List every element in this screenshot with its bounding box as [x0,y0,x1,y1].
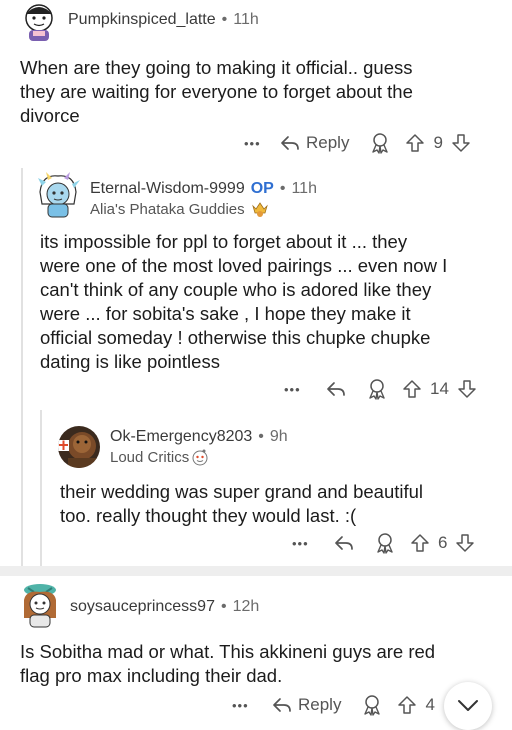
reply-button[interactable] [334,534,354,552]
comment-actions: ••• 14 [284,378,477,400]
downvote-button[interactable] [457,379,477,399]
comment-timestamp: 11h [291,180,317,197]
reply-arrow-icon [326,380,346,398]
comment-divider [0,566,512,576]
scroll-down-button[interactable] [444,682,492,730]
separator-dot: • [279,180,286,197]
upvote-button[interactable] [402,379,422,399]
user-flair: Loud Critics [110,448,190,466]
award-button[interactable] [369,132,391,154]
upvote-icon [405,133,425,153]
vote-count: 4 [425,695,435,714]
upvote-icon [402,379,422,399]
reply-button[interactable]: Reply [280,133,349,153]
reply-arrow-icon [272,696,292,714]
flair-emoji-icon [191,448,209,466]
upvote-icon [397,695,417,715]
separator-dot: • [221,11,228,28]
thread-line[interactable] [21,168,23,566]
downvote-icon [457,379,477,399]
op-badge: OP [250,180,274,197]
award-button[interactable] [366,378,388,400]
comment-username[interactable]: Pumpkinspiced_latte [68,11,216,29]
reply-label: Reply [298,695,342,714]
reply-arrow-icon [334,534,354,552]
upvote-button[interactable] [410,533,430,553]
award-button[interactable] [361,694,383,716]
upvote-icon [410,533,430,553]
comment-body: When are they going to making it officia… [20,57,413,126]
comment-username[interactable]: Ok-Emergency8203 [110,428,252,446]
award-icon [374,532,396,554]
thread-line[interactable] [40,410,42,566]
downvote-icon [451,133,471,153]
reply-label: Reply [306,133,350,152]
downvote-button[interactable] [451,133,471,153]
reply-button[interactable] [326,380,346,398]
flair-emoji-icon [251,200,269,218]
separator-dot: • [258,428,264,445]
comment-actions: ••• Reply 9 [244,132,471,154]
vote-count: 6 [438,533,448,552]
comment-timestamp: 12h [232,598,260,615]
user-flair: Alia's Phataka Guddies [90,200,245,218]
upvote-button[interactable] [405,133,425,153]
upvote-button[interactable] [397,695,417,715]
comment-timestamp: 9h [269,428,288,445]
downvote-icon [455,533,475,553]
award-icon [361,694,383,716]
more-options-button[interactable]: ••• [244,136,272,151]
award-icon [369,132,391,154]
vote-count: 14 [430,379,449,398]
comment-body: its impossible for ppl to forget about i… [40,231,448,372]
comment-body: their wedding was super grand and beauti… [60,481,424,526]
award-button[interactable] [374,532,396,554]
comment-actions: ••• 6 [292,532,475,554]
user-avatar[interactable] [58,426,100,468]
user-avatar[interactable] [36,172,80,218]
more-options-button[interactable]: ••• [284,382,312,397]
separator-dot: • [220,598,227,615]
comment-username[interactable]: soysauceprincess97 [70,598,215,616]
comment-actions: ••• Reply 4 [232,694,435,716]
reply-button[interactable]: Reply [272,695,341,715]
downvote-button[interactable] [455,533,475,553]
comment-timestamp: 11h [233,11,259,28]
user-avatar[interactable] [20,2,58,42]
more-options-button[interactable]: ••• [292,536,320,551]
award-icon [366,378,388,400]
chevron-down-icon [456,698,480,714]
user-avatar[interactable] [18,582,62,628]
reply-arrow-icon [280,134,300,152]
comment-body: Is Sobitha mad or what. This akkineni gu… [20,641,436,686]
comment-username[interactable]: Eternal-Wisdom-9999 [90,180,245,198]
vote-count: 9 [433,133,443,152]
more-options-button[interactable]: ••• [232,698,260,713]
